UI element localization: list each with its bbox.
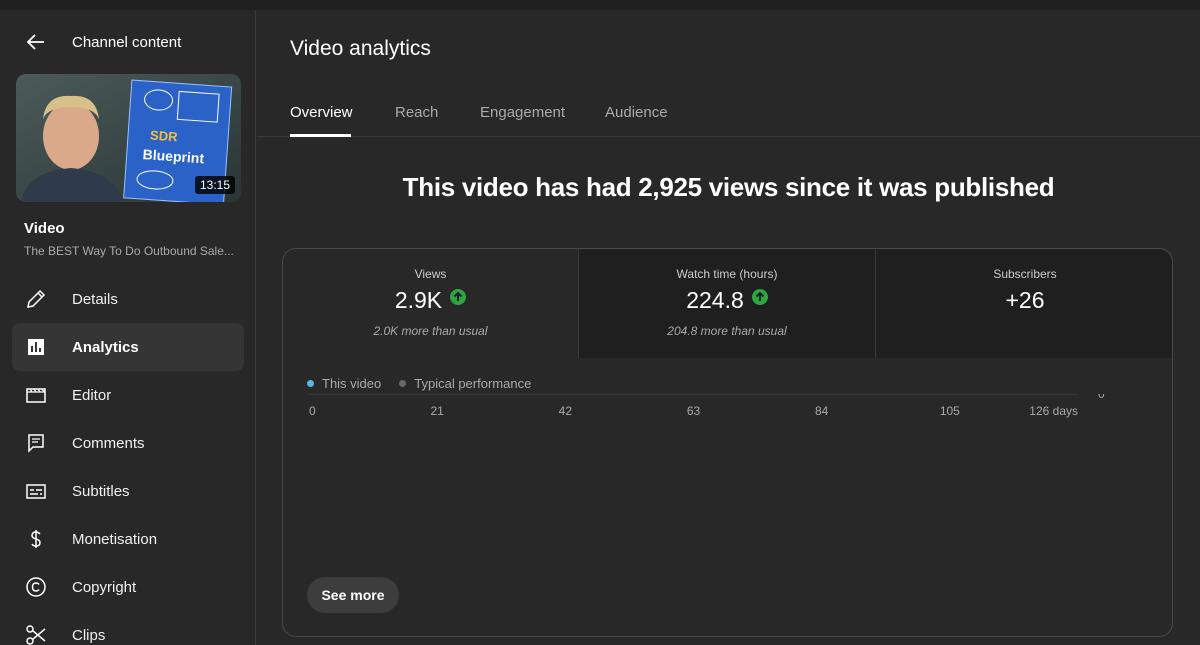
sidebar: Channel content SDR Blueprint 13:15 Vide… bbox=[0, 10, 256, 645]
clapperboard-icon bbox=[24, 383, 48, 407]
sidebar-item-label: Comments bbox=[72, 434, 145, 452]
sidebar-item-label: Copyright bbox=[72, 578, 137, 596]
copyright-icon bbox=[24, 575, 48, 599]
metric-value-text: +26 bbox=[1005, 287, 1045, 313]
sidebar-item-label: Clips bbox=[72, 626, 106, 644]
video-thumbnail[interactable]: SDR Blueprint 13:15 bbox=[16, 74, 241, 202]
app-window: Channel content SDR Blueprint 13:15 Vide… bbox=[0, 0, 1200, 645]
analytics-icon bbox=[24, 335, 48, 359]
back-arrow-icon[interactable] bbox=[22, 28, 50, 56]
metric-subscribers[interactable]: Subscribers +26 bbox=[876, 249, 1172, 358]
active-tab-indicator bbox=[290, 134, 351, 137]
x-tick-label: 42 bbox=[559, 404, 573, 418]
sidebar-item-clips[interactable]: Clips bbox=[12, 611, 244, 645]
trend-up-icon bbox=[450, 289, 467, 305]
x-tick-label: 21 bbox=[430, 404, 444, 418]
thumbnail-sdr-text: SDR bbox=[150, 128, 179, 145]
video-title: The BEST Way To Do Outbound Sale... bbox=[24, 244, 234, 258]
sidebar-item-label: Subtitles bbox=[72, 482, 130, 500]
video-label: Video bbox=[24, 220, 65, 237]
sidebar-item-label: Details bbox=[72, 290, 118, 308]
trend-up-icon bbox=[751, 289, 768, 305]
metric-label: Views bbox=[414, 267, 447, 281]
tab-engagement[interactable]: Engagement bbox=[480, 104, 565, 121]
sidebar-header: Channel content bbox=[0, 28, 256, 56]
sidebar-item-comments[interactable]: Comments bbox=[12, 419, 244, 467]
metric-watch-time[interactable]: Watch time (hours) 224.8 204.8 more than… bbox=[579, 249, 876, 358]
subtitles-icon bbox=[24, 479, 48, 503]
sidebar-item-analytics[interactable]: Analytics bbox=[12, 323, 244, 371]
see-more-button[interactable]: See more bbox=[307, 577, 399, 613]
dollar-icon bbox=[24, 527, 48, 551]
sidebar-item-details[interactable]: Details bbox=[12, 275, 244, 323]
legend-label: Typical performance bbox=[414, 376, 532, 391]
sidebar-nav: Details Analytics Editor Comments Subtit… bbox=[12, 275, 244, 645]
metric-comparison: 204.8 more than usual bbox=[667, 324, 787, 338]
sidebar-item-label: Monetisation bbox=[72, 530, 158, 548]
top-strip bbox=[0, 0, 1200, 10]
metric-value: 224.8 bbox=[579, 287, 875, 314]
metric-views[interactable]: Views 2.9K 2.0K more than usual bbox=[283, 249, 579, 358]
comment-icon bbox=[24, 431, 48, 455]
legend-dot-icon bbox=[307, 380, 314, 387]
x-tick-label: 63 bbox=[687, 404, 701, 418]
metric-tabs: Views 2.9K 2.0K more than usual Watch ti… bbox=[283, 249, 1172, 358]
video-duration: 13:15 bbox=[194, 176, 235, 194]
x-tick-label: 84 bbox=[815, 404, 829, 418]
sidebar-item-editor[interactable]: Editor bbox=[12, 371, 244, 419]
chart-legend: This video Typical performance bbox=[307, 376, 549, 391]
sidebar-item-label: Analytics bbox=[72, 338, 139, 356]
sidebar-item-copyright[interactable]: Copyright bbox=[12, 563, 244, 611]
main-content: Video analytics Overview Reach Engagemen… bbox=[257, 10, 1200, 645]
scissors-icon bbox=[24, 623, 48, 645]
y-tick-label: 0 bbox=[1098, 394, 1105, 401]
metric-value: +26 bbox=[876, 287, 1172, 314]
tab-overview[interactable]: Overview bbox=[290, 104, 353, 121]
metric-label: Subscribers bbox=[993, 267, 1057, 281]
x-tick-label: 105 bbox=[940, 404, 960, 418]
pencil-icon bbox=[24, 287, 48, 311]
sidebar-item-subtitles[interactable]: Subtitles bbox=[12, 467, 244, 515]
sidebar-item-label: Editor bbox=[72, 386, 112, 404]
views-chart: 01,0002,0003,000021426384105126 days bbox=[309, 394, 1105, 418]
metric-value-text: 224.8 bbox=[686, 287, 744, 313]
legend-item-typical: Typical performance bbox=[399, 376, 531, 391]
tab-bar: Overview Reach Engagement Audience bbox=[257, 90, 1200, 137]
views-headline: This video has had 2,925 views since it … bbox=[402, 172, 1055, 202]
page-title: Video analytics bbox=[290, 37, 431, 60]
metric-value-text: 2.9K bbox=[394, 287, 443, 313]
metric-value: 2.9K bbox=[283, 287, 578, 314]
analytics-card: Views 2.9K 2.0K more than usual Watch ti… bbox=[282, 248, 1173, 637]
sidebar-item-monetisation[interactable]: Monetisation bbox=[12, 515, 244, 563]
legend-item-this-video: This video bbox=[307, 376, 381, 391]
x-tick-label: 126 days bbox=[1029, 404, 1078, 418]
legend-label: This video bbox=[322, 376, 382, 391]
metric-comparison: 2.0K more than usual bbox=[373, 324, 488, 338]
tab-reach[interactable]: Reach bbox=[395, 104, 438, 121]
tab-audience[interactable]: Audience bbox=[605, 104, 668, 121]
channel-content-title: Channel content bbox=[72, 34, 182, 51]
metric-label: Watch time (hours) bbox=[676, 267, 778, 281]
legend-dot-icon bbox=[399, 380, 407, 387]
x-tick-label: 0 bbox=[309, 404, 316, 418]
